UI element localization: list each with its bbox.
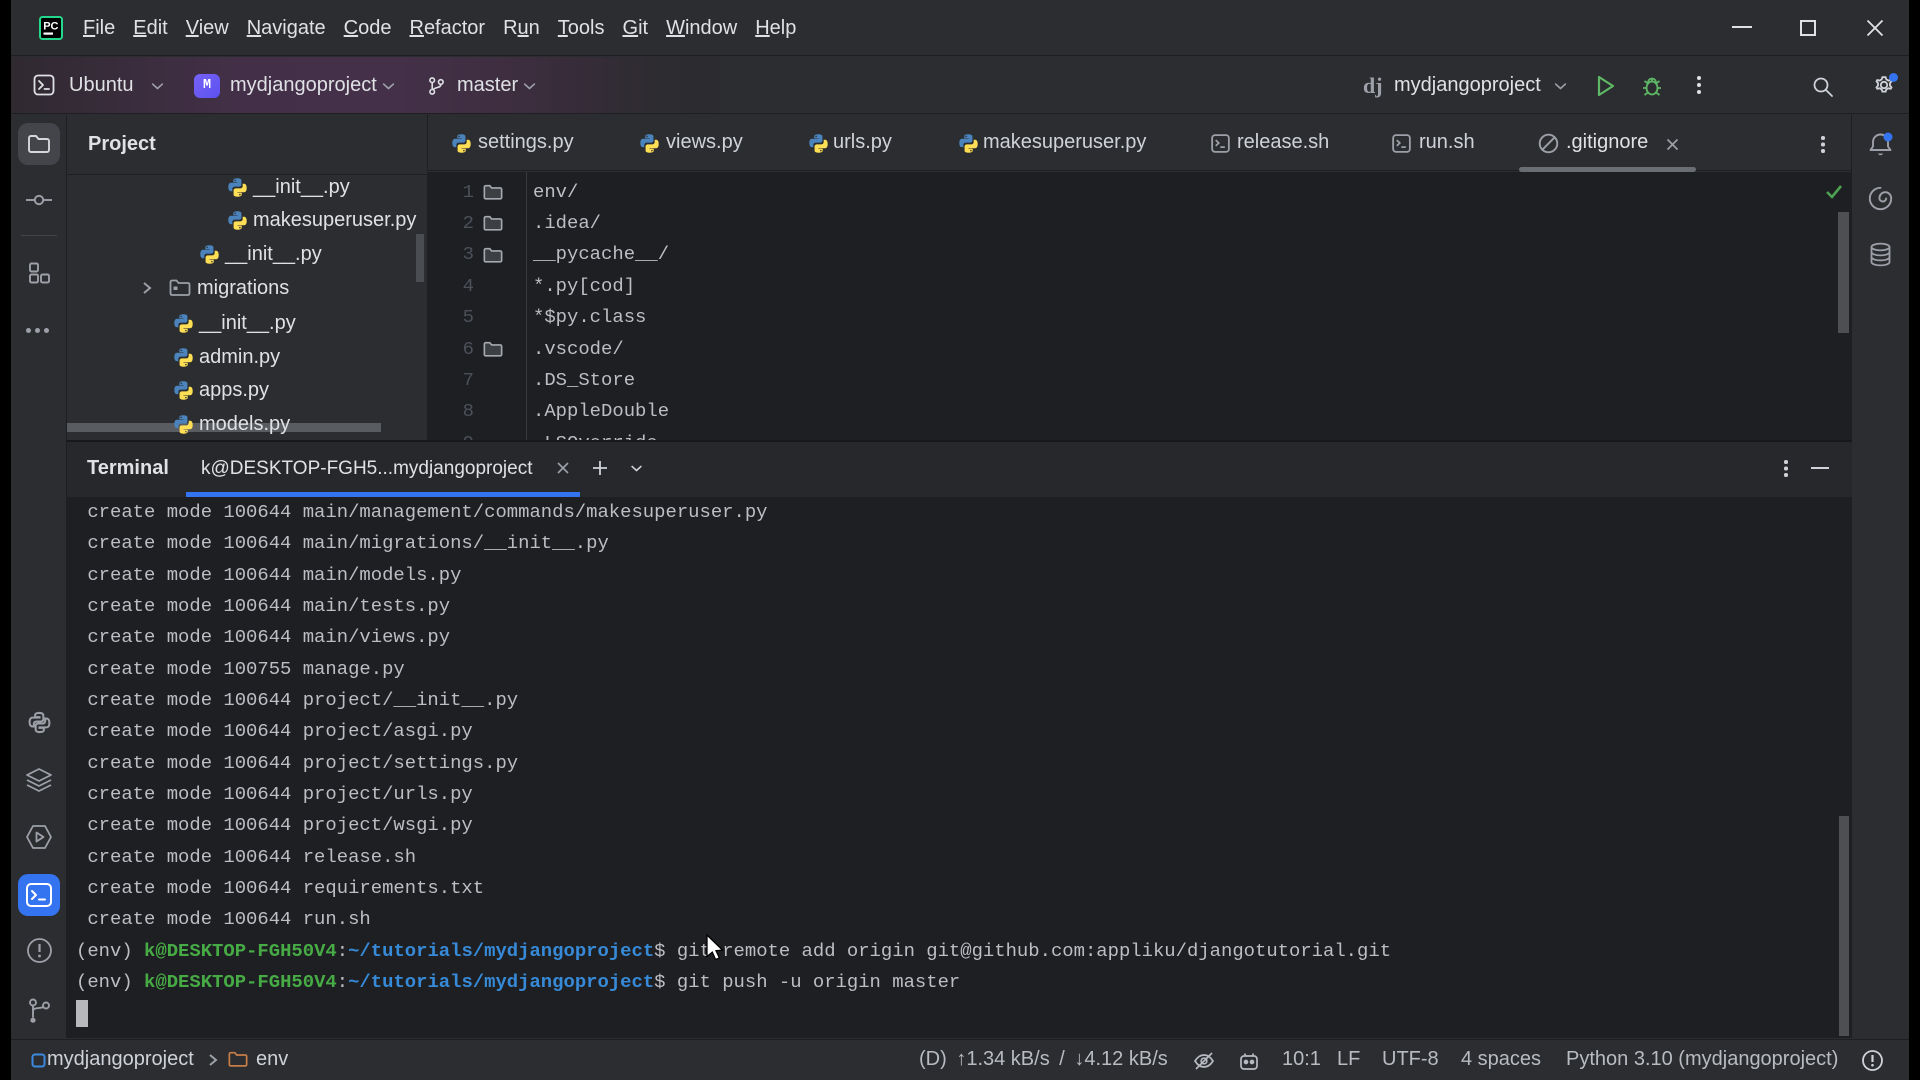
svg-text:PC: PC <box>43 21 58 33</box>
